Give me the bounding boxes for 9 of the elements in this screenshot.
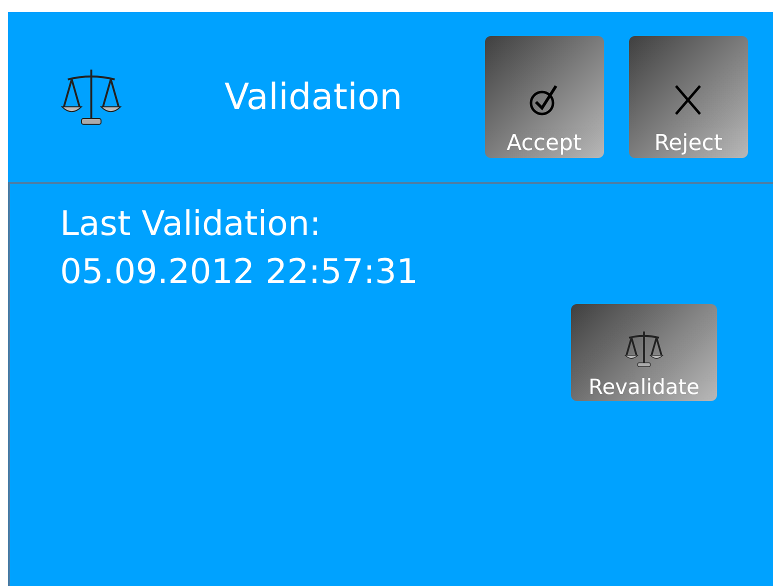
last-validation-label: Last Validation: — [60, 203, 322, 246]
revalidate-button[interactable]: Revalidate — [571, 304, 717, 401]
accept-button[interactable]: Accept — [484, 36, 604, 158]
window-title: Validation — [224, 76, 404, 118]
close-icon — [673, 83, 704, 117]
reject-button[interactable]: Reject — [628, 36, 748, 158]
scales-icon — [624, 329, 664, 369]
check-circle-icon — [529, 83, 560, 117]
validation-timestamp: 05.09.2012 22:57:31 — [60, 251, 420, 294]
